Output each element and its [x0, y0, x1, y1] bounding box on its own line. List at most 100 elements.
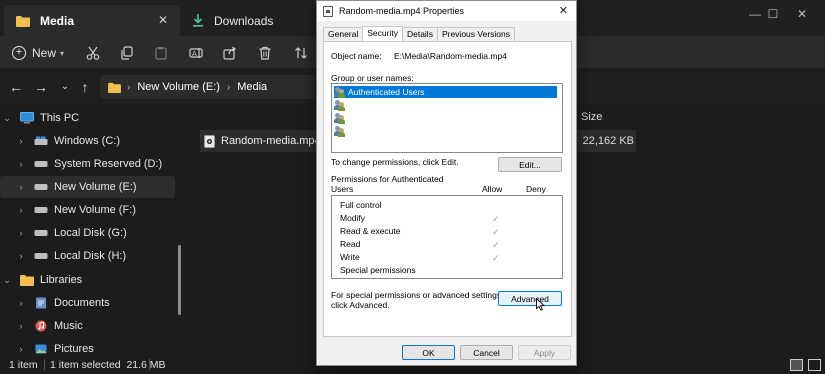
tab-details[interactable]: Details [401, 27, 438, 41]
user-list-item[interactable] [334, 112, 348, 124]
edit-button[interactable]: Edit... [498, 157, 562, 172]
apply-button[interactable]: Apply [518, 345, 571, 360]
tab-close-icon[interactable]: ✕ [156, 13, 170, 27]
permission-name: Modify [340, 213, 366, 223]
plus-icon: + [11, 46, 26, 60]
chevron-right-icon[interactable]: › [14, 205, 28, 215]
tiles-view-icon[interactable] [808, 359, 821, 371]
permission-row: Special permissions [340, 265, 565, 278]
rename-icon[interactable]: A [185, 41, 207, 65]
forward-arrow-icon[interactable]: → [32, 78, 50, 96]
ok-button[interactable]: OK [402, 345, 455, 360]
sidebar-item-music[interactable]: › Music [0, 315, 175, 337]
drive-icon [34, 181, 48, 193]
dialog-title-bar: Random-media.mp4 Properties ✕ [317, 1, 576, 21]
users-icon [334, 86, 346, 98]
video-file-icon [204, 134, 215, 148]
permission-name: Read [340, 239, 361, 249]
sort-icon[interactable] [290, 41, 312, 65]
special-permissions-text: For special permissions or advanced sett… [331, 290, 504, 300]
permission-name: Write [340, 252, 360, 262]
computer-icon [20, 112, 34, 124]
sidebar-item-label: Windows (C:) [54, 135, 121, 147]
copy-icon[interactable] [116, 41, 138, 65]
tab-downloads[interactable]: Downloads [180, 5, 320, 36]
drive-icon [34, 204, 48, 216]
security-tab-panel: Object name: E:\Media\Random-media.mp4 G… [323, 41, 572, 337]
details-view-icon[interactable] [790, 359, 803, 371]
address-bar[interactable]: › New Volume (E:) › Media [100, 75, 315, 99]
navigation-pane: ⌄ This PC › Windows (C:) › System Reserv… [0, 104, 185, 356]
drive-icon [34, 250, 48, 262]
pictures-icon [34, 343, 48, 355]
new-button[interactable]: + New ▾ [10, 41, 66, 65]
sidebar-scrollbar[interactable] [178, 245, 181, 315]
paste-icon[interactable] [150, 41, 172, 65]
advanced-button[interactable]: Advanced [498, 291, 562, 306]
user-list-item[interactable]: Authenticated Users [334, 86, 557, 98]
sidebar-item-local-disk-g[interactable]: › Local Disk (G:) [0, 222, 175, 244]
sidebar-item-label: Local Disk (H:) [54, 250, 127, 262]
breadcrumb-media[interactable]: Media [237, 81, 267, 93]
user-list[interactable]: Authenticated Users [331, 83, 563, 153]
sidebar-item-this-pc[interactable]: ⌄ This PC [0, 107, 175, 129]
sidebar-item-libraries[interactable]: ⌄ Libraries [0, 269, 175, 291]
cancel-button[interactable]: Cancel [460, 345, 513, 360]
chevron-right-icon[interactable]: › [14, 182, 28, 192]
user-list-item[interactable] [334, 99, 348, 111]
tab-general[interactable]: General [323, 27, 364, 41]
cut-icon[interactable] [82, 41, 104, 65]
user-list-item[interactable] [334, 125, 348, 137]
chevron-right-icon[interactable]: › [14, 228, 28, 238]
drive-icon [34, 227, 48, 239]
dialog-title: Random-media.mp4 Properties [339, 6, 465, 16]
tab-media[interactable]: Media ✕ [4, 5, 180, 36]
status-divider [44, 359, 45, 370]
users-icon [334, 125, 346, 137]
sidebar-item-label: Documents [54, 297, 110, 309]
up-arrow-icon[interactable]: ↑ [76, 78, 94, 96]
close-icon[interactable]: ✕ [559, 4, 568, 17]
chevron-right-icon[interactable]: › [14, 251, 28, 261]
sidebar-item-windows-c[interactable]: › Windows (C:) [0, 130, 175, 152]
permission-name: Full control [340, 200, 382, 210]
chevron-right-icon[interactable]: › [14, 136, 28, 146]
file-icon [323, 5, 333, 17]
permission-row: Write ✓ [340, 252, 565, 265]
sidebar-item-system-reserved-d[interactable]: › System Reserved (D:) [0, 153, 175, 175]
sidebar-item-new-volume-f[interactable]: › New Volume (F:) [0, 199, 175, 221]
deny-column-header: Deny [526, 184, 546, 194]
breadcrumb-volume[interactable]: New Volume (E:) [137, 81, 220, 93]
sidebar-item-local-disk-h[interactable]: › Local Disk (H:) [0, 245, 175, 267]
chevron-right-icon[interactable]: › [14, 321, 28, 331]
back-arrow-icon[interactable]: ← [7, 78, 25, 96]
sidebar-item-new-volume-e[interactable]: › New Volume (E:) [0, 176, 175, 198]
chevron-right-icon[interactable]: › [14, 344, 28, 354]
sidebar-item-label: Libraries [40, 274, 83, 286]
sidebar-item-label: Local Disk (G:) [54, 227, 127, 239]
folder-icon [16, 15, 30, 27]
permission-name: Special permissions [340, 265, 416, 275]
chevron-down-icon[interactable]: ⌄ [56, 78, 74, 96]
change-permissions-text: To change permissions, click Edit. [331, 157, 459, 167]
delete-icon[interactable] [254, 41, 276, 65]
window-close-icon[interactable]: ✕ [779, 0, 825, 28]
sidebar-item-label: New Volume (F:) [54, 204, 136, 216]
share-icon[interactable] [219, 41, 241, 65]
tab-security[interactable]: Security [362, 26, 403, 41]
address-sep-icon: › [127, 81, 131, 93]
dialog-tabs: General Security Details Previous Versio… [323, 26, 515, 41]
group-names-label: Group or user names: [331, 73, 414, 83]
chevron-right-icon[interactable]: › [14, 159, 28, 169]
sidebar-item-documents[interactable]: › Documents [0, 292, 175, 314]
file-size: 22,162 KB [582, 135, 634, 147]
tab-previous-versions[interactable]: Previous Versions [436, 27, 515, 41]
column-header-size[interactable]: Size [581, 111, 602, 123]
folder-icon [20, 274, 34, 286]
chevron-down-icon[interactable]: ⌄ [0, 113, 14, 124]
permission-row: Modify ✓ [340, 213, 565, 226]
chevron-down-icon[interactable]: ⌄ [0, 275, 14, 286]
permissions-header: Permissions for Authenticated [331, 174, 444, 184]
chevron-right-icon[interactable]: › [14, 298, 28, 308]
sidebar-item-label: New Volume (E:) [54, 181, 137, 193]
